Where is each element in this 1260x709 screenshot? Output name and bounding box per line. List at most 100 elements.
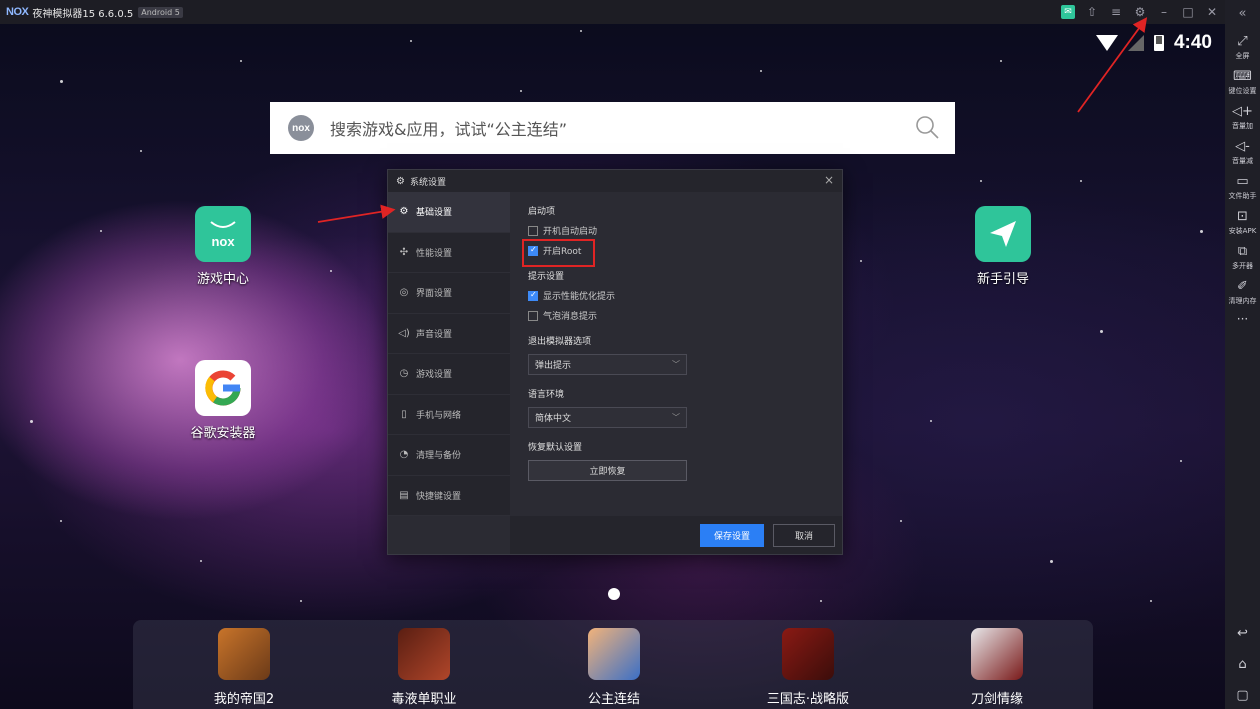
- recents-icon[interactable]: ▢: [1236, 688, 1248, 703]
- star: [1150, 600, 1152, 602]
- chevron-down-icon: ﹀: [672, 413, 680, 422]
- maximize-icon[interactable]: □: [1181, 5, 1195, 19]
- menu-icon[interactable]: ≡: [1109, 5, 1123, 19]
- star: [520, 90, 522, 92]
- sidebar-item-volume-down[interactable]: ◁- 音量减: [1232, 140, 1253, 166]
- bubble-tip-checkbox[interactable]: [528, 310, 538, 321]
- section-tips-title: 提示设置: [528, 272, 565, 282]
- section-restore-title: 恢复默认设置: [528, 443, 583, 453]
- nav-performance-settings[interactable]: ✣ 性能设置: [388, 233, 510, 273]
- collapse-icon[interactable]: «: [1239, 6, 1247, 26]
- apk-icon: ⊡: [1237, 209, 1248, 224]
- google-icon: [195, 360, 251, 416]
- cancel-button[interactable]: 取消: [773, 524, 835, 547]
- dock-app-label: 三国志·战略版: [766, 692, 850, 707]
- system-settings-dialog: ⚙ 系统设置 × ⚙ 基础设置 ✣ 性能设置 ◎ 界面设置 ◁) 声音设置 ◷ …: [387, 169, 843, 555]
- search-icon[interactable]: [915, 115, 939, 139]
- star: [1200, 230, 1203, 233]
- bubble-tip-checkbox-row[interactable]: 气泡消息提示: [528, 309, 838, 322]
- nav-interface-settings[interactable]: ◎ 界面设置: [388, 273, 510, 314]
- app-google-installer[interactable]: 谷歌安装器: [178, 360, 268, 441]
- eye-icon: ◎: [399, 287, 409, 299]
- app-beginner-guide[interactable]: 新手引导: [958, 206, 1048, 287]
- sidebar-item-label: 音量减: [1232, 157, 1253, 165]
- home-icon[interactable]: ⌂: [1238, 657, 1246, 672]
- nav-shortcut-settings[interactable]: ▤ 快捷键设置: [388, 476, 510, 516]
- shirt-icon[interactable]: ⇧: [1085, 5, 1099, 19]
- select-value: 弹出提示: [535, 361, 572, 371]
- star: [330, 270, 332, 272]
- star: [820, 600, 822, 602]
- gear-icon[interactable]: ⚙: [1133, 5, 1147, 19]
- perf-tip-checkbox-row[interactable]: 显示性能优化提示: [528, 289, 838, 302]
- nav-basic-settings[interactable]: ⚙ 基础设置: [388, 192, 510, 233]
- title-bar: NOX 夜神模拟器15 6.6.0.5 Android 5 ✉ ⇧ ≡ ⚙ – …: [0, 0, 1225, 24]
- auto-start-checkbox-row[interactable]: 开机自动启动: [528, 224, 838, 237]
- sidebar-item-clean-memory[interactable]: ✐ 清理内存: [1229, 280, 1257, 306]
- nav-label: 性能设置: [416, 248, 453, 259]
- app-game-center[interactable]: nox 游戏中心: [178, 206, 268, 287]
- nav-game-settings[interactable]: ◷ 游戏设置: [388, 354, 510, 395]
- app-label: 新手引导: [976, 272, 1029, 287]
- search-bar[interactable]: nox 搜索游戏&应用，试试“公主连结”: [270, 102, 955, 154]
- broom-icon: ✐: [1237, 279, 1248, 294]
- language-select[interactable]: 简体中文 ﹀: [528, 407, 687, 428]
- nav-clean-backup[interactable]: ◔ 清理与备份: [388, 435, 510, 476]
- wifi-icon: [1095, 35, 1118, 51]
- keyboard-icon: ▤: [399, 489, 409, 501]
- multi-instance-icon: ⧉: [1237, 244, 1248, 259]
- keyboard-icon: ⌨: [1233, 69, 1252, 84]
- minimize-icon[interactable]: –: [1157, 5, 1171, 19]
- nav-sound-settings[interactable]: ◁) 声音设置: [388, 314, 510, 354]
- sidebar-item-multi-instance[interactable]: ⧉ 多开器: [1232, 245, 1253, 271]
- star: [410, 40, 412, 42]
- sidebar-item-volume-up[interactable]: ◁+ 音量加: [1232, 105, 1253, 131]
- dock-app[interactable]: 公主连结: [559, 628, 669, 707]
- svg-text:nox: nox: [211, 234, 235, 249]
- restore-now-button[interactable]: 立即恢复: [528, 460, 687, 481]
- nox-logo: NOX: [6, 6, 29, 18]
- dock-app[interactable]: 毒液单职业: [369, 628, 479, 707]
- star: [60, 520, 62, 522]
- nox-badge-icon: nox: [288, 115, 314, 141]
- star: [580, 30, 582, 32]
- auto-start-checkbox[interactable]: [528, 225, 538, 236]
- dialog-header: ⚙ 系统设置 ×: [388, 170, 842, 192]
- sidebar-item-file-helper[interactable]: ▭ 文件助手: [1229, 175, 1257, 201]
- perf-tip-checkbox[interactable]: [528, 290, 538, 301]
- star: [140, 150, 142, 152]
- chevron-down-icon: ﹀: [672, 360, 680, 369]
- sidebar-item-label: 多开器: [1232, 262, 1253, 270]
- close-icon[interactable]: ✕: [1205, 5, 1219, 19]
- dock-app-label: 毒液单职业: [391, 692, 457, 707]
- window-controls: ✉ ⇧ ≡ ⚙ – □ ✕: [1061, 0, 1219, 24]
- dock-app[interactable]: 三国志·战略版: [753, 628, 863, 707]
- save-settings-button[interactable]: 保存设置: [700, 524, 764, 547]
- exit-option-select[interactable]: 弹出提示 ﹀: [528, 354, 687, 375]
- star: [900, 520, 902, 522]
- nav-label: 快捷键设置: [416, 491, 462, 502]
- star: [930, 420, 932, 422]
- nav-phone-network[interactable]: ▯ 手机与网络: [388, 395, 510, 435]
- star: [1050, 560, 1053, 563]
- volume-down-icon: ◁-: [1235, 139, 1250, 154]
- sidebar-item-fullscreen[interactable]: ⤢ 全屏: [1236, 35, 1250, 61]
- nav-label: 界面设置: [416, 289, 453, 300]
- root-highlight-annotation: [522, 239, 595, 267]
- dock-app-label: 公主连结: [587, 692, 640, 707]
- mail-icon[interactable]: ✉: [1061, 5, 1075, 19]
- dock-app[interactable]: 刀剑情缘: [942, 628, 1052, 707]
- sidebar-item-keymap[interactable]: ⌨ 键位设置: [1229, 70, 1257, 96]
- section-exit-title: 退出模拟器选项: [528, 337, 592, 347]
- select-value: 简体中文: [535, 414, 572, 424]
- dialog-close-icon[interactable]: ×: [824, 173, 834, 187]
- dock-app[interactable]: 我的帝国2: [189, 628, 299, 707]
- paper-plane-icon: [975, 206, 1031, 262]
- sidebar-item-install-apk[interactable]: ⊡ 安装APK: [1229, 210, 1257, 236]
- more-icon[interactable]: ···: [1237, 312, 1248, 326]
- back-icon[interactable]: ↩: [1237, 626, 1248, 641]
- nox-game-center-icon: nox: [195, 206, 251, 262]
- game-icon: [588, 628, 640, 680]
- phone-icon: ▯: [401, 408, 407, 420]
- star: [1080, 180, 1082, 182]
